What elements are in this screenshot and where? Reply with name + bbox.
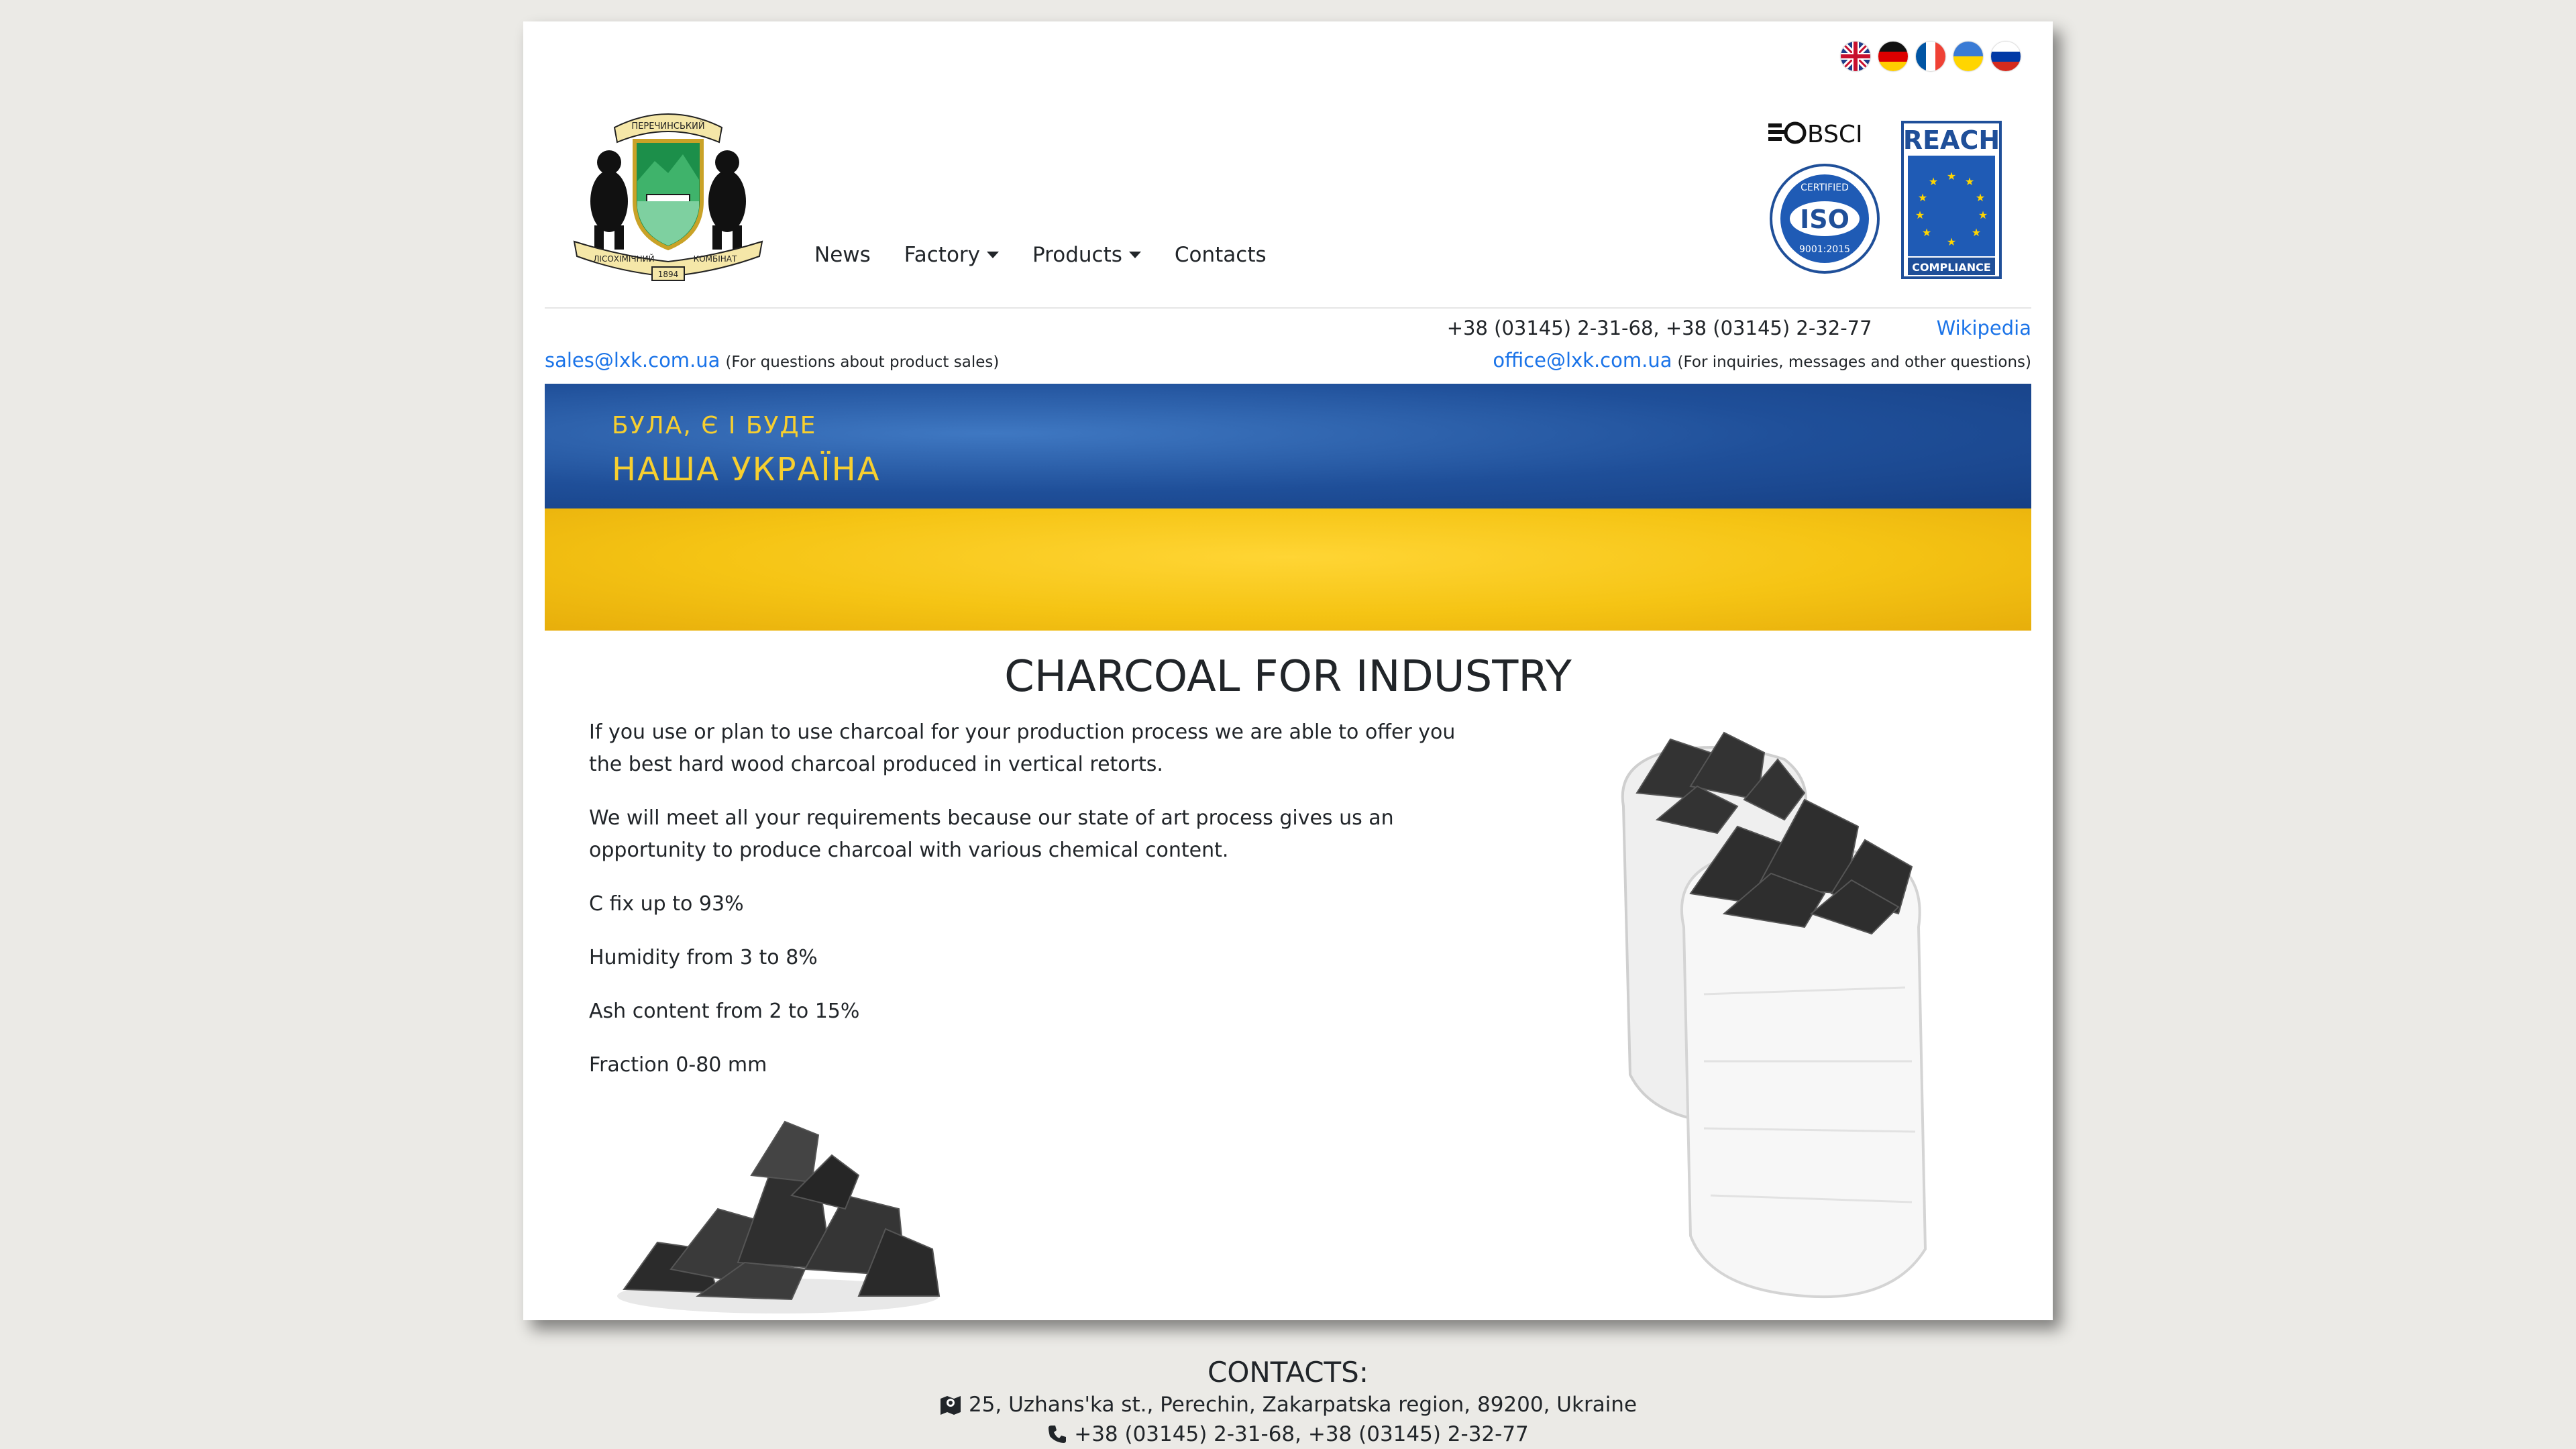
office-contact: office@lxk.com.ua (For inquiries, message…	[1493, 349, 2031, 372]
ukraine-flag-icon[interactable]	[1953, 42, 1983, 71]
footer-title: CONTACTS:	[1208, 1356, 1368, 1389]
svg-text:★: ★	[1929, 175, 1938, 188]
logo-year: 1894	[658, 270, 679, 279]
contact-bar-emails: sales@lxk.com.ua (For questions about pro…	[545, 349, 2031, 372]
svg-text:★: ★	[1922, 226, 1931, 239]
spec-fraction: Fraction 0-80 mm	[589, 1053, 767, 1077]
office-email-note: (For inquiries, messages and other quest…	[1677, 354, 2031, 371]
map-marker-icon	[940, 1396, 961, 1415]
description-paragraph: If you use or plan to use charcoal for y…	[589, 720, 1456, 776]
reach-compliance-text: COMPLIANCE	[1912, 261, 1991, 274]
certification-badges: BSCI CERTIFIED ISO 9001:2015 REACH ★ ★★★ …	[1768, 121, 2002, 279]
svg-text:★: ★	[1972, 226, 1981, 239]
svg-text:★: ★	[1915, 209, 1925, 221]
nav-contacts-label: Contacts	[1174, 243, 1267, 267]
wikipedia-link[interactable]: Wikipedia	[1937, 317, 2031, 339]
svg-text:★: ★	[1965, 175, 1974, 188]
banner-slogan-line1: БУЛА, Є І БУДЕ	[612, 412, 817, 439]
footer-phone: +38 (03145) 2-31-68, +38 (03145) 2-32-77	[0, 1419, 2576, 1449]
uk-flag-icon[interactable]	[1841, 42, 1870, 71]
product-description: If you use or plan to use charcoal for y…	[589, 716, 1481, 1103]
contact-bar-top: +38 (03145) 2-31-68, +38 (03145) 2-32-77…	[1447, 317, 2031, 339]
banner-blue-stripe	[545, 384, 2031, 508]
footer-phone-text: +38 (03145) 2-31-68, +38 (03145) 2-32-77	[1074, 1422, 1529, 1446]
logo-bottom-right-text: КОМБІНАТ	[694, 254, 737, 264]
sales-email-note: (For questions about product sales)	[725, 354, 1000, 371]
page-title: CHARCOAL FOR INDUSTRY	[1004, 652, 1572, 702]
footer-address-text: 25, Uzhans'ka st., Perechin, Zakarpatska…	[968, 1393, 1638, 1417]
page-container: ПЕРЕЧИНСЬКИЙ ЛІСОХІМІЧНИЙ КОМБІНАТ 1894 …	[523, 21, 2053, 1320]
office-email-link[interactable]: office@lxk.com.ua	[1493, 349, 1672, 372]
svg-text:★: ★	[1978, 209, 1988, 221]
nav-news[interactable]: News	[814, 243, 871, 267]
language-switcher	[1841, 42, 2021, 71]
bsci-badge: BSCI	[1768, 121, 1863, 148]
svg-text:★: ★	[1918, 191, 1927, 204]
main-nav: News Factory Products Contacts	[814, 243, 1267, 267]
svg-text:★: ★	[1976, 191, 1985, 204]
phone-icon	[1049, 1426, 1067, 1443]
nav-products-label: Products	[1032, 243, 1122, 267]
bsci-text: BSCI	[1807, 121, 1863, 148]
germany-flag-icon[interactable]	[1878, 42, 1908, 71]
caret-down-icon	[987, 252, 1000, 258]
spec-fixed-carbon: C fix up to 93%	[589, 892, 744, 916]
logo-top-text: ПЕРЕЧИНСЬКИЙ	[631, 121, 704, 131]
footer: CONTACTS: 25, Uzhans'ka st., Perechin, Z…	[0, 1355, 2576, 1449]
banner-yellow-stripe	[545, 508, 2031, 631]
description-paragraph: We will meet all your requirements becau…	[589, 806, 1394, 862]
reach-text: REACH	[1903, 125, 2000, 155]
nav-products-dropdown[interactable]: Products	[1032, 243, 1141, 267]
charcoal-sacks-image	[1621, 731, 1927, 1299]
company-logo[interactable]: ПЕРЕЧИНСЬКИЙ ЛІСОХІМІЧНИЙ КОМБІНАТ 1894	[568, 101, 769, 283]
svg-text:★: ★	[1947, 170, 1956, 182]
ukraine-banner: БУЛА, Є І БУДЕ НАША УКРАЇНА	[545, 384, 2031, 631]
spec-ash-content: Ash content from 2 to 15%	[589, 1000, 860, 1023]
nav-news-label: News	[814, 243, 871, 267]
iso-standard-text: 9001:2015	[1799, 244, 1850, 255]
charcoal-pile-image	[617, 1120, 941, 1313]
logo-bottom-left-text: ЛІСОХІМІЧНИЙ	[593, 254, 654, 264]
header-divider	[545, 307, 2031, 309]
reach-badge: REACH ★ ★★★ ★★★★ ★★ COMPLIANCE	[1901, 121, 2002, 279]
caret-down-icon	[1128, 252, 1141, 258]
footer-address: 25, Uzhans'ka st., Perechin, Zakarpatska…	[0, 1390, 2576, 1419]
sales-email-link[interactable]: sales@lxk.com.ua	[545, 349, 720, 372]
banner-slogan-line2: НАША УКРАЇНА	[612, 451, 881, 488]
iso-badge: CERTIFIED ISO 9001:2015	[1770, 164, 1880, 274]
sales-contact: sales@lxk.com.ua (For questions about pro…	[545, 349, 999, 372]
france-flag-icon[interactable]	[1916, 42, 1945, 71]
russia-flag-icon[interactable]	[1991, 42, 2021, 71]
spec-humidity: Humidity from 3 to 8%	[589, 946, 818, 969]
header-phone-numbers: +38 (03145) 2-31-68, +38 (03145) 2-32-77	[1446, 317, 1872, 339]
svg-text:★: ★	[1947, 235, 1956, 248]
iso-text: ISO	[1800, 205, 1849, 234]
nav-factory-dropdown[interactable]: Factory	[904, 243, 1000, 267]
nav-contacts[interactable]: Contacts	[1175, 243, 1267, 267]
iso-certified-text: CERTIFIED	[1801, 182, 1849, 193]
nav-factory-label: Factory	[904, 243, 981, 267]
